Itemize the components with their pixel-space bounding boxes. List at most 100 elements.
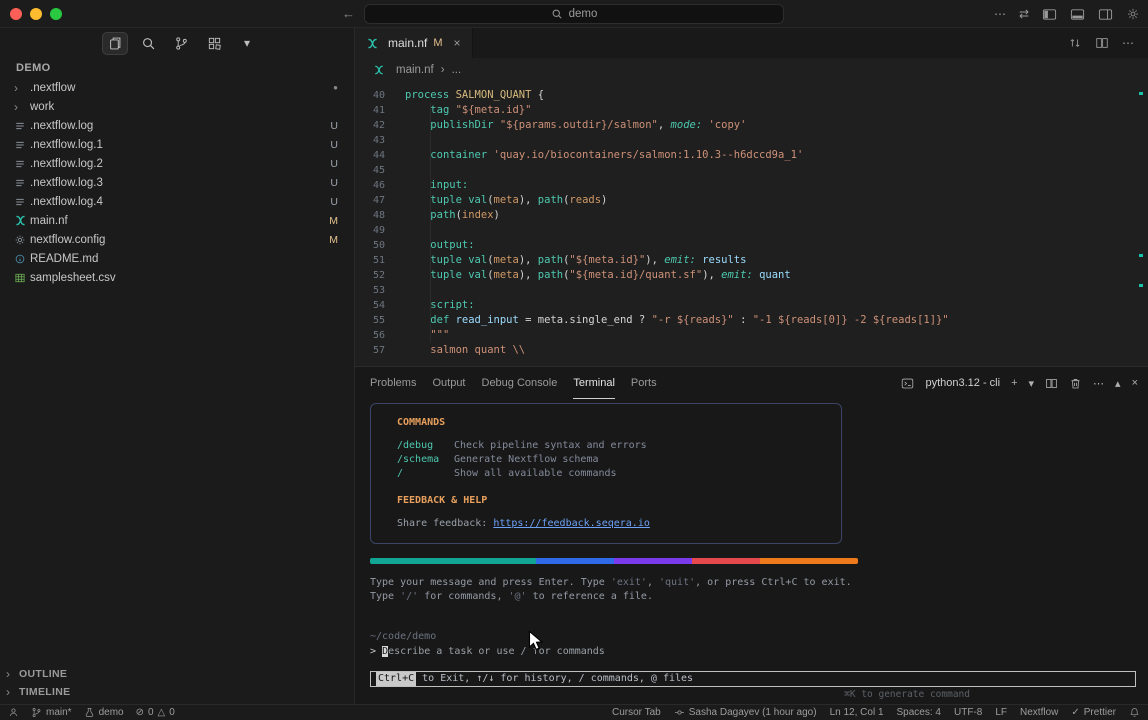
close-tab-icon[interactable]: ×	[454, 36, 461, 50]
branch-icon	[31, 707, 42, 718]
panel-tab-debug-console[interactable]: Debug Console	[482, 367, 558, 399]
git-status-badge: U	[330, 139, 338, 151]
cli-prompt[interactable]: > Describe a task or use / for commands	[370, 645, 1148, 659]
status-lf[interactable]: LF	[995, 707, 1007, 718]
log-icon	[14, 177, 30, 189]
search-view-button[interactable]	[135, 32, 161, 55]
problems-button[interactable]: ⊘ 0 △ 0	[136, 707, 175, 718]
more-actions-icon[interactable]: ⋯	[1093, 377, 1104, 390]
panel-tab-ports[interactable]: Ports	[631, 367, 657, 399]
code-token	[405, 344, 430, 356]
status-ln-12-col-1[interactable]: Ln 12, Col 1	[830, 707, 884, 718]
more-views-chevron-icon[interactable]: ▾	[234, 32, 260, 55]
sidebar-item-nextflow-config[interactable]: nextflow.configM	[0, 230, 354, 249]
code-token: quant	[759, 269, 791, 281]
sidebar-item-nextflow-log-4[interactable]: .nextflow.log.4U	[0, 192, 354, 211]
mouse-cursor	[528, 630, 546, 654]
breadcrumb-tail[interactable]: ...	[452, 64, 462, 76]
tab-main-nf[interactable]: main.nf M ×	[355, 28, 473, 58]
status-spaces-4[interactable]: Spaces: 4	[897, 707, 941, 718]
feedback-link[interactable]: https://feedback.seqera.io	[493, 518, 650, 529]
close-panel-icon[interactable]: ×	[1132, 377, 1138, 389]
terminal-viewport[interactable]: COMMANDS /debugCheck pipeline syntax and…	[355, 399, 1148, 704]
panel-tab-output[interactable]: Output	[432, 367, 465, 399]
sidebar-item-nextflow-log[interactable]: .nextflow.logU	[0, 116, 354, 135]
cli-input-bar[interactable]: Ctrl+C to Exit, ↑/↓ for history, / comma…	[370, 671, 1136, 687]
code-text: output:	[405, 238, 475, 253]
explorer-view-button[interactable]	[102, 32, 128, 55]
panel-tab-problems[interactable]: Problems	[370, 367, 416, 399]
run-changes-icon[interactable]	[1068, 36, 1082, 50]
split-terminal-icon[interactable]	[1045, 377, 1058, 390]
account-button[interactable]	[8, 707, 19, 718]
kill-terminal-icon[interactable]	[1069, 377, 1082, 390]
new-terminal-icon[interactable]: +	[1011, 377, 1017, 389]
layout-panel-icon[interactable]	[1070, 7, 1085, 22]
source-control-view-button[interactable]	[168, 32, 194, 55]
status-prettier[interactable]: ✓Prettier	[1071, 707, 1116, 718]
code-token	[405, 209, 430, 221]
maximize-panel-icon[interactable]: ▴	[1115, 377, 1121, 390]
toggle-tabs-icon[interactable]: ⇄	[1019, 7, 1029, 21]
more-actions-icon[interactable]: ⋯	[1122, 36, 1134, 50]
command-center-search[interactable]: demo	[364, 4, 784, 24]
explorer-section-header[interactable]: DEMO	[0, 58, 354, 78]
layout-sidebar-left-icon[interactable]	[1042, 7, 1057, 22]
commands-title: COMMANDS	[397, 416, 841, 430]
breadcrumb[interactable]: main.nf › ...	[355, 58, 1148, 82]
git-branch-button[interactable]: main*	[31, 707, 72, 718]
status-nextflow[interactable]: Nextflow	[1020, 707, 1058, 718]
settings-gear-icon[interactable]	[1126, 7, 1140, 21]
terminal-dropdown-icon[interactable]: ▾	[1029, 377, 1035, 390]
sidebar-item-nextflow-log-1[interactable]: .nextflow.log.1 U	[0, 135, 354, 154]
sidebar-item-nextflow[interactable]: ›.nextflow●	[0, 78, 354, 97]
code-line-51: 51 tuple val(meta), path("${meta.id}"), …	[355, 253, 1148, 268]
layout-sidebar-right-icon[interactable]	[1098, 7, 1113, 22]
sidebar-item-samplesheet-csv[interactable]: samplesheet.csv	[0, 268, 354, 287]
back-icon[interactable]: ←	[342, 6, 355, 21]
minimize-window-button[interactable]	[30, 8, 42, 20]
code-text: container 'quay.io/biocontainers/salmon:…	[405, 148, 803, 163]
file-label: .nextflow.log.1	[30, 139, 322, 151]
file-label: work	[30, 101, 330, 113]
line-number: 50	[355, 238, 405, 253]
status-utf-8[interactable]: UTF-8	[954, 707, 982, 718]
sidebar-item-work[interactable]: ›work	[0, 97, 354, 116]
status-cursor-tab[interactable]: Cursor Tab	[612, 707, 661, 718]
code-text: publishDir "${params.outdir}/salmon", mo…	[405, 118, 746, 133]
zoom-window-button[interactable]	[50, 8, 62, 20]
warning-icon: △	[158, 707, 166, 718]
code-token: process	[405, 89, 449, 101]
terminal-profile-label[interactable]: python3.12 - cli	[925, 377, 1000, 389]
code-token: tag	[430, 104, 449, 116]
code-token: meta	[494, 194, 519, 206]
code-token: ),	[519, 194, 538, 206]
code-line-40: 40process SALMON_QUANT {	[355, 88, 1148, 103]
line-number: 42	[355, 118, 405, 133]
sidebar-item-main-nf[interactable]: main.nfM	[0, 211, 354, 230]
editor-actions: ⋯	[1068, 28, 1148, 58]
status-sasha-dagayev-1-hour-ago[interactable]: Sasha Dagayev (1 hour ago)	[674, 707, 817, 718]
timeline-section[interactable]: › TIMELINE	[0, 683, 354, 701]
code-editor[interactable]: 40process SALMON_QUANT {41 tag "${meta.i…	[355, 82, 1148, 366]
close-window-button[interactable]	[10, 8, 22, 20]
feedback-title: FEEDBACK & HELP	[397, 494, 841, 508]
sidebar-item-nextflow-log-2[interactable]: .nextflow.log.2U	[0, 154, 354, 173]
code-token: ),	[519, 254, 538, 266]
editor-tab-bar: main.nf M × ⋯	[355, 28, 1148, 58]
code-line-46: 46 input:	[355, 178, 1148, 193]
breadcrumb-file[interactable]: main.nf	[396, 64, 434, 76]
hint-text: '/'	[400, 591, 418, 602]
extensions-view-button[interactable]	[201, 32, 227, 55]
more-actions-icon[interactable]: ⋯	[994, 7, 1006, 21]
workspace-profile-button[interactable]: demo	[84, 707, 124, 718]
sidebar-item-nextflow-log-3[interactable]: .nextflow.log.3U	[0, 173, 354, 192]
split-editor-icon[interactable]	[1095, 36, 1109, 50]
file-label: .nextflow	[30, 82, 325, 94]
generate-command-hint: ⌘K to generate command	[844, 688, 970, 702]
bell-icon[interactable]	[1129, 707, 1140, 718]
panel-tab-terminal[interactable]: Terminal	[573, 367, 615, 399]
outline-section[interactable]: › OUTLINE	[0, 665, 354, 683]
code-token: )	[601, 194, 607, 206]
sidebar-item-readme-md[interactable]: README.md	[0, 249, 354, 268]
